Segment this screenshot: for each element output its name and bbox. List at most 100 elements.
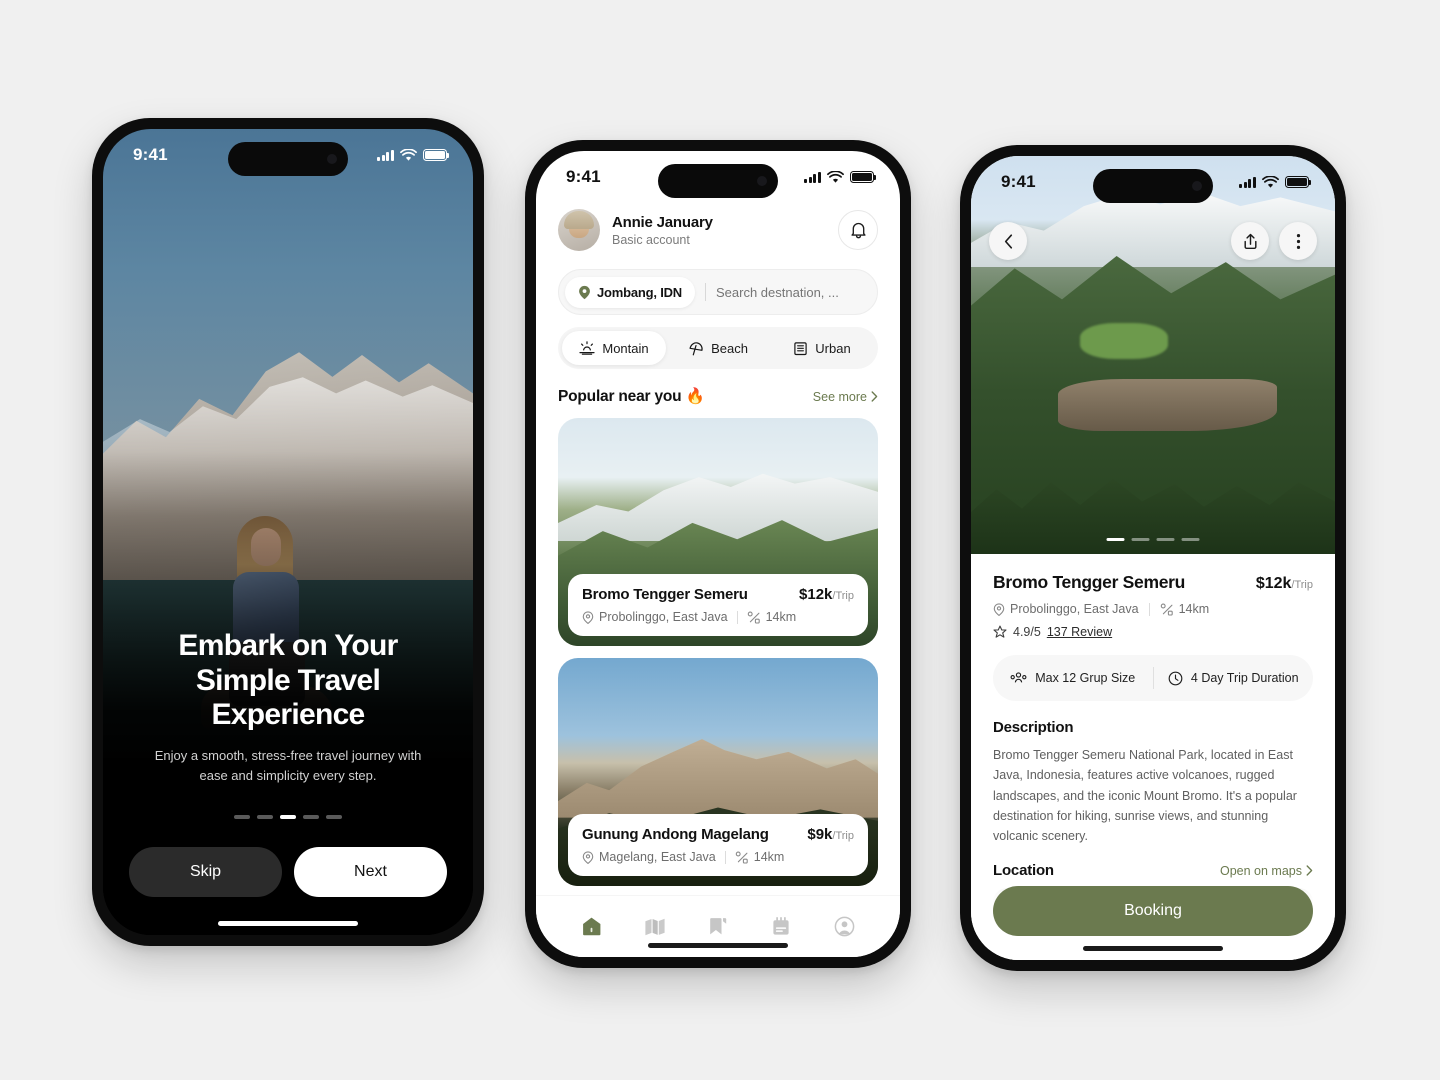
destination-info: Bromo Tengger Semeru $12k/Trip Proboling…	[568, 574, 868, 636]
onboarding-content: Embark on Your Simple Travel Experience …	[103, 629, 473, 935]
price-unit: /Trip	[832, 590, 854, 602]
location-pin-icon	[582, 850, 594, 864]
next-button[interactable]: Next	[294, 847, 447, 897]
home-icon	[583, 917, 601, 936]
wifi-icon	[827, 170, 844, 183]
filter-chip-urban[interactable]: Urban	[770, 331, 874, 365]
detail-location: Probolinggo, East Java	[993, 602, 1139, 616]
home-indicator[interactable]	[648, 943, 788, 948]
rating-row: 4.9/5 137 Review	[993, 625, 1313, 639]
route-icon	[747, 611, 760, 624]
ticket-icon	[773, 916, 789, 935]
detail-price: $12k/Trip	[1256, 575, 1313, 593]
section-title: Popular near you 🔥	[558, 387, 705, 406]
onboarding-screen: 9:41 Embark on Your Simple Travel Experi…	[103, 129, 473, 935]
section-header: Popular near you 🔥 See more	[558, 387, 878, 406]
destination-card[interactable]: Gunung Andong Magelang $9k/Trip Magelang…	[558, 658, 878, 886]
location-text: Magelang, East Java	[599, 850, 716, 864]
group-icon	[1010, 671, 1027, 683]
beach-umbrella-icon	[689, 341, 703, 355]
skip-button[interactable]: Skip	[129, 847, 282, 897]
fact-group-size: Max 12 Grup Size	[993, 671, 1153, 686]
more-vertical-icon	[1296, 233, 1300, 249]
fact-label: 4 Day Trip Duration	[1190, 671, 1299, 685]
destination-list[interactable]: Bromo Tengger Semeru $12k/Trip Proboling…	[536, 406, 900, 895]
phone-detail: 9:41 Bromo Tengger Semeru $12k/Trip Prob…	[960, 145, 1346, 971]
destination-name: Bromo Tengger Semeru	[582, 586, 748, 603]
location-pin-icon	[993, 602, 1005, 616]
reviews-link[interactable]: 137 Review	[1047, 625, 1112, 639]
fact-trip-duration: 4 Day Trip Duration	[1154, 671, 1314, 686]
chevron-left-icon	[1004, 233, 1012, 249]
dynamic-island	[658, 164, 778, 198]
home-indicator[interactable]	[218, 921, 358, 926]
search-bar[interactable]: Jombang, IDN	[558, 269, 892, 315]
cellular-bars-icon	[1239, 176, 1256, 188]
destination-card[interactable]: Bromo Tengger Semeru $12k/Trip Proboling…	[558, 418, 878, 646]
detail-body: Bromo Tengger Semeru $12k/Trip Proboling…	[971, 554, 1335, 960]
pagination-dots[interactable]	[129, 815, 447, 819]
profile-icon	[834, 916, 855, 937]
location-selector[interactable]: Jombang, IDN	[565, 276, 695, 308]
carousel-indicator[interactable]	[1106, 537, 1200, 541]
notification-button[interactable]	[838, 210, 878, 250]
page-subtitle: Enjoy a smooth, stress-free travel journ…	[154, 748, 422, 783]
bookmark-icon	[710, 918, 727, 935]
fire-icon: 🔥	[685, 388, 705, 405]
profile-row[interactable]: Annie January Basic account	[558, 209, 878, 251]
section-title-text: Popular near you	[558, 388, 682, 405]
status-time: 9:41	[133, 145, 168, 164]
price-unit: /Trip	[1291, 579, 1313, 591]
location-text: Probolinggo, East Java	[1010, 602, 1139, 616]
detail-title: Bromo Tengger Semeru	[993, 572, 1186, 592]
battery-icon	[1285, 176, 1312, 188]
distance-text: 14km	[1178, 602, 1210, 616]
filter-chip-mountain[interactable]: Montain	[562, 331, 666, 365]
destination-location: Probolinggo, East Java	[582, 610, 728, 624]
tab-map[interactable]	[635, 907, 675, 947]
tab-profile[interactable]	[824, 907, 864, 947]
detail-top-bar	[989, 222, 1317, 260]
destination-info: Gunung Andong Magelang $9k/Trip Magelang…	[568, 814, 868, 876]
fact-label: Max 12 Grup Size	[1035, 671, 1136, 685]
home-indicator[interactable]	[1083, 946, 1223, 951]
search-input[interactable]	[716, 284, 892, 300]
sunrise-icon	[579, 341, 595, 355]
share-button[interactable]	[1231, 222, 1269, 260]
chevron-right-icon	[1306, 865, 1313, 876]
building-icon	[794, 341, 807, 355]
see-more-link[interactable]: See more	[813, 390, 878, 404]
destination-location: Magelang, East Java	[582, 850, 716, 864]
location-value: Jombang, IDN	[597, 284, 682, 300]
booking-button[interactable]: Booking	[993, 886, 1313, 936]
tab-home[interactable]	[572, 907, 612, 947]
destination-distance: 14km	[747, 610, 796, 624]
tab-bookmark[interactable]	[698, 907, 738, 947]
detail-screen: 9:41 Bromo Tengger Semeru $12k/Trip Prob…	[971, 156, 1335, 960]
chevron-right-icon	[871, 391, 878, 402]
route-icon	[1160, 603, 1173, 616]
tab-ticket[interactable]	[761, 907, 801, 947]
filter-label: Beach	[711, 340, 748, 356]
trip-facts: Max 12 Grup Size 4 Day Trip Duration	[993, 655, 1313, 701]
avatar[interactable]	[558, 209, 600, 251]
rating-value: 4.9/5	[1013, 625, 1041, 639]
status-time: 9:41	[566, 167, 601, 186]
wifi-icon	[1262, 175, 1279, 188]
destination-price: $9k/Trip	[807, 826, 854, 843]
category-filters[interactable]: Montain Beach Urban	[558, 327, 878, 369]
detail-hero-image[interactable]: 9:41	[971, 156, 1335, 554]
profile-name: Annie January	[612, 213, 713, 231]
map-icon	[645, 918, 665, 935]
description-text: Bromo Tengger Semeru National Park, loca…	[993, 748, 1297, 843]
price-value: $9k	[807, 826, 833, 843]
star-icon	[993, 625, 1007, 638]
price-unit: /Trip	[832, 830, 854, 842]
destination-price: $12k/Trip	[799, 586, 854, 603]
more-options-button[interactable]	[1279, 222, 1317, 260]
share-icon	[1243, 233, 1257, 249]
profile-account-type: Basic account	[612, 232, 690, 247]
price-value: $12k	[1255, 575, 1292, 592]
back-button[interactable]	[989, 222, 1027, 260]
filter-chip-beach[interactable]: Beach	[666, 331, 770, 365]
